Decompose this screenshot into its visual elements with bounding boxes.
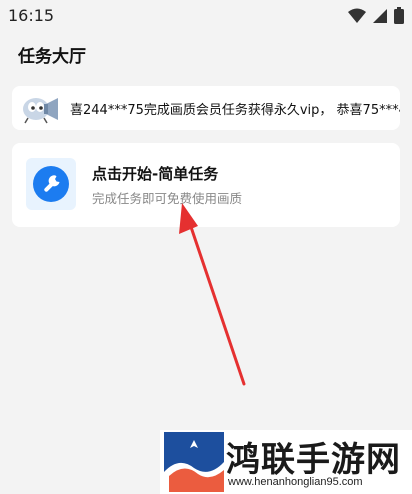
task-icon-circle	[33, 166, 69, 202]
task-icon-container	[26, 158, 76, 210]
page-title: 任务大厅	[18, 47, 86, 67]
task-card-simple[interactable]: 点击开始-简单任务 完成任务即可免费使用画质	[12, 143, 400, 227]
site-watermark: 鸿联手游网 www.henanhonglian95.com	[160, 430, 412, 494]
signal-icon	[373, 8, 387, 23]
announcement-text: 喜244***75完成画质会员任务获得永久vip， 恭喜75***41完成	[70, 103, 400, 118]
announcement-marquee: 喜244***75完成画质会员任务获得永久vip， 恭喜75***41完成	[12, 86, 400, 130]
wrench-icon	[44, 175, 60, 192]
wifi-icon	[348, 8, 366, 23]
watermark-url: www.henanhonglian95.com	[228, 476, 363, 488]
battery-icon	[394, 7, 404, 24]
task-subtitle: 完成任务即可免费使用画质	[92, 191, 243, 206]
megaphone-mascot-icon	[23, 98, 58, 124]
status-time: 16:15	[8, 6, 55, 25]
status-icons	[348, 7, 404, 24]
annotation-arrow	[179, 203, 246, 386]
watermark-site-name: 鸿联手游网	[226, 440, 401, 480]
arrow-shaft	[188, 222, 246, 386]
status-bar: 16:15	[0, 0, 412, 32]
task-title: 点击开始-简单任务	[92, 165, 219, 183]
site-logo-icon	[164, 432, 224, 492]
